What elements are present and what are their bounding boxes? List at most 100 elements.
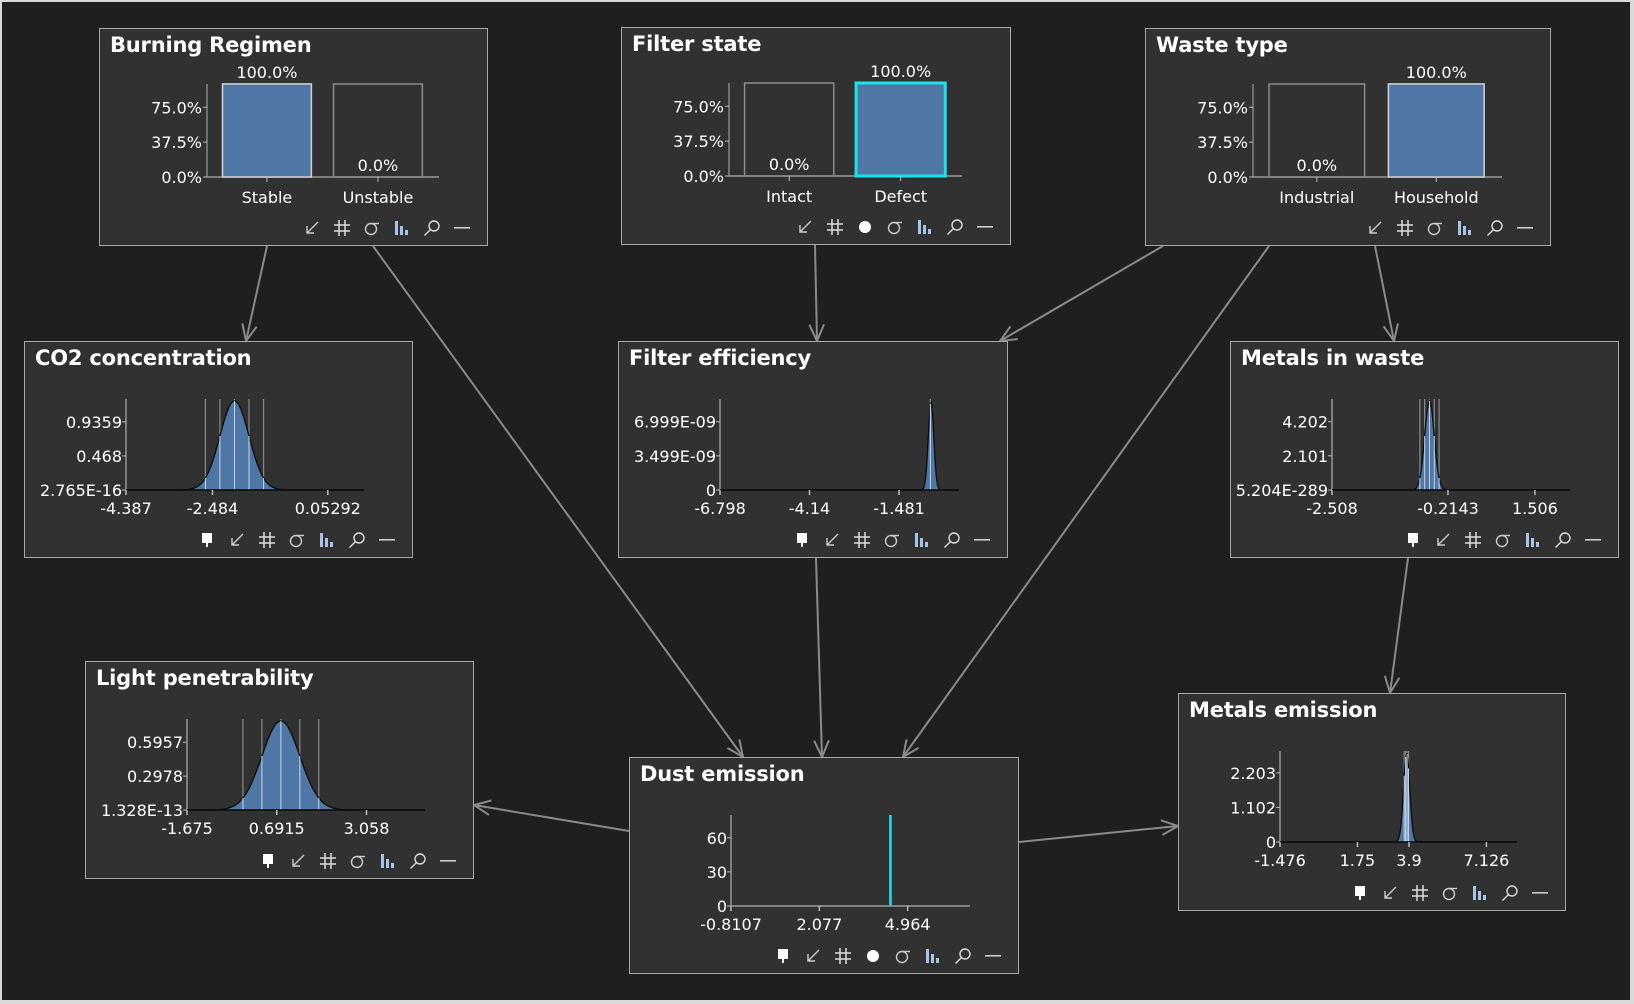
grid-button[interactable] [828,945,858,967]
minimize-button[interactable] [967,529,997,551]
histogram-button[interactable] [387,217,417,239]
histogram-button[interactable] [312,529,342,551]
evidence-dot-button[interactable] [850,216,880,238]
search-button[interactable] [948,945,978,967]
chart-metals-in-waste: 4.202 2.101 5.204E-289-2.508 -0.2143 1.506 [1236,399,1570,518]
pin-button[interactable] [253,850,283,872]
minimize-button[interactable] [372,529,402,551]
y-tick-label: 60 [707,829,727,848]
y-tick-label: 0.0% [683,167,724,186]
sigma-button[interactable] [343,850,373,872]
node-filter-state[interactable]: Filter state 75.0% 37.5% 0.0% 0.0% Intact 100… [621,27,1011,245]
sigma-button[interactable] [1488,529,1518,551]
search-button[interactable] [1495,882,1525,904]
pin-button[interactable] [768,945,798,967]
grid-button[interactable] [1458,529,1488,551]
search-button[interactable] [417,217,447,239]
arrow-button[interactable] [283,850,313,872]
y-tick-label: 5.204E-289 [1236,481,1328,500]
minimize-icon [977,225,993,229]
grid-button[interactable] [847,529,877,551]
sigma-button[interactable] [1420,217,1450,239]
arrow-button[interactable] [297,217,327,239]
node-toolbar [1398,529,1608,551]
search-button[interactable] [403,850,433,872]
arrow-button[interactable] [222,529,252,551]
bar-value-label: 100.0% [870,62,931,81]
histogram-button[interactable] [1465,882,1495,904]
pin-button[interactable] [1345,882,1375,904]
pin-button[interactable] [192,529,222,551]
category-label: Defect [874,187,927,206]
minimize-button[interactable] [447,217,477,239]
histogram-button[interactable] [373,850,403,872]
arrow-button[interactable] [1375,882,1405,904]
x-tick-label: 3.9 [1396,851,1421,870]
sigma-button[interactable] [877,529,907,551]
grid-button[interactable] [313,850,343,872]
arrow-button[interactable] [798,945,828,967]
arrow-button[interactable] [1360,217,1390,239]
y-tick-label: 0 [1266,833,1276,852]
sigma-button[interactable] [880,216,910,238]
histogram-button[interactable] [907,529,937,551]
minimize-button[interactable] [978,945,1008,967]
grid-button[interactable] [1405,882,1435,904]
node-co2-concentration[interactable]: CO2 concentration 0.9359 0.468 2.765E-16 -4… [24,341,413,558]
x-tick-label: -0.8107 [700,915,762,934]
node-metals-emission[interactable]: Metals emission 2.203 1.102 0 -1.476 1.75 3.9… [1178,693,1566,911]
pin-button[interactable] [1398,529,1428,551]
sigma-icon [895,947,911,965]
histogram-button[interactable] [1518,529,1548,551]
y-tick-label: 30 [707,863,727,882]
sigma-icon [887,218,903,236]
grid-button[interactable] [252,529,282,551]
histogram-button[interactable] [1450,217,1480,239]
grid-icon [826,218,844,236]
grid-button[interactable] [1390,217,1420,239]
sigma-button[interactable] [357,217,387,239]
evidence-dot-icon [858,220,872,234]
minimize-icon [1532,891,1548,895]
bar-household[interactable] [1387,83,1485,178]
arrow-button[interactable] [1428,529,1458,551]
histogram-icon [925,948,941,964]
y-tick-label: 0 [706,481,716,500]
y-tick-label: 2.765E-16 [40,481,122,500]
category-label: Stable [242,188,293,207]
search-button[interactable] [937,529,967,551]
node-dust-emission[interactable]: Dust emission 60 30 0 -0.8107 2.077 4.964 [629,757,1019,974]
node-metals-in-waste[interactable]: Metals in waste 4.202 2.101 5.204E-289 -2.5… [1230,341,1619,558]
sigma-button[interactable] [282,529,312,551]
minimize-button[interactable] [970,216,1000,238]
minimize-button[interactable] [1525,882,1555,904]
bar-defect[interactable] [854,81,947,178]
pin-button[interactable] [787,529,817,551]
arrow-button[interactable] [790,216,820,238]
evidence-dot-button[interactable] [858,945,888,967]
minimize-button[interactable] [1510,217,1540,239]
search-button[interactable] [1480,217,1510,239]
minimize-button[interactable] [433,850,463,872]
sigma-button[interactable] [888,945,918,967]
arrow-button[interactable] [817,529,847,551]
y-tick-label: 0.2978 [127,767,183,786]
node-light-penetrability[interactable]: Light penetrability 0.5957 0.2978 1.328E-1… [85,661,474,879]
search-button[interactable] [1548,529,1578,551]
x-tick-label: -1.675 [161,819,213,838]
bar-stable[interactable] [221,83,313,178]
sigma-button[interactable] [1435,882,1465,904]
node-filter-efficiency[interactable]: Filter efficiency 6.999E-09 3.499E-09 0 -6.… [618,341,1008,558]
y-tick-label: 2.101 [1282,447,1328,466]
y-tick-label: 0 [717,897,727,916]
grid-button[interactable] [820,216,850,238]
node-burning-regimen[interactable]: Burning Regimen 75.0% 37.5% 0.0% 100.0% Stab… [99,28,488,246]
histogram-button[interactable] [910,216,940,238]
search-button[interactable] [342,529,372,551]
node-waste-type[interactable]: Waste type 75.0% 37.5% 0.0% 0.0% Industrial 1… [1145,28,1551,246]
minimize-button[interactable] [1578,529,1608,551]
search-button[interactable] [940,216,970,238]
grid-button[interactable] [327,217,357,239]
histogram-button[interactable] [918,945,948,967]
pin-icon [795,532,809,548]
